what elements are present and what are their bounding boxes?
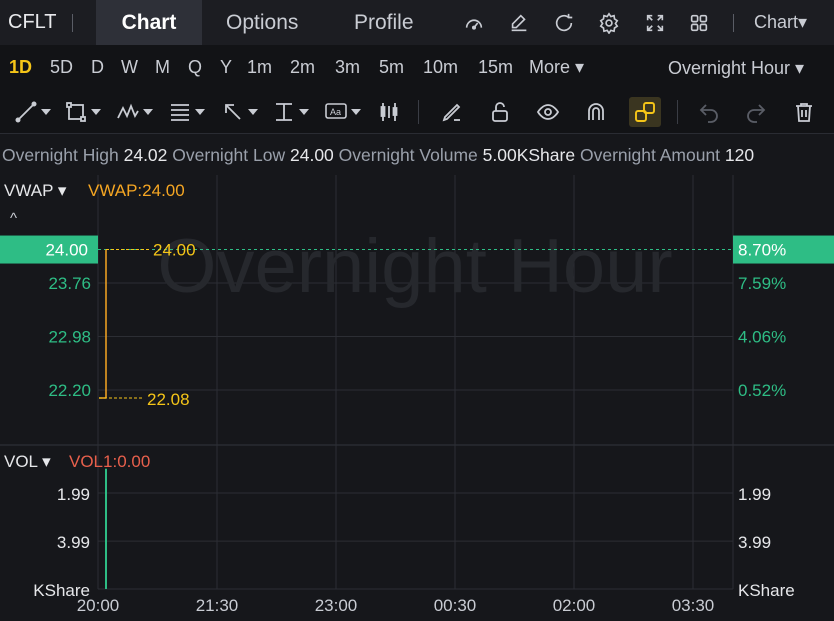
fibonacci-tool-icon[interactable] <box>168 99 205 125</box>
collapse-panel-icon[interactable]: ^ <box>10 210 17 227</box>
price-tick-label: 22.20 <box>48 381 91 400</box>
svg-text:Aa: Aa <box>330 107 341 117</box>
volume-tick-label-right: 1.99 <box>738 485 771 504</box>
measure-tool-icon[interactable] <box>272 99 309 125</box>
price-tick-label: 23.76 <box>48 274 91 293</box>
gauge-icon[interactable] <box>461 10 487 36</box>
link-toggle-icon[interactable] <box>629 97 661 127</box>
tab-profile[interactable]: Profile <box>354 0 414 45</box>
eye-icon[interactable] <box>536 99 560 125</box>
tab-chart[interactable]: Chart <box>96 0 202 45</box>
overnight-stats-line: Overnight High 24.02 Overnight Low 24.00… <box>2 145 754 166</box>
redo-icon[interactable] <box>744 99 768 125</box>
time-tick-label: 20:00 <box>77 596 120 615</box>
interval-d[interactable]: D <box>91 57 104 78</box>
volume-bar <box>105 468 107 589</box>
vwap-indicator-dropdown[interactable]: VWAP ▾ <box>4 181 66 201</box>
line-tool-icon[interactable] <box>14 99 51 125</box>
arrow-tool-icon[interactable] <box>221 99 258 125</box>
divider <box>72 14 73 32</box>
text-note-tool-icon[interactable]: Aa <box>324 99 361 125</box>
volume-tick-label-right: KShare <box>738 581 795 600</box>
low-marker-label: 22.08 <box>147 390 190 409</box>
interval-3m[interactable]: 3m <box>335 57 360 78</box>
percent-tick-label: 0.52% <box>738 381 786 400</box>
volume-series <box>105 468 107 589</box>
interval-q[interactable]: Q <box>188 57 202 78</box>
divider <box>677 100 678 124</box>
interval-w[interactable]: W <box>121 57 138 78</box>
overnight-volume-value: 5.00KShare <box>482 145 576 165</box>
ticker-symbol: CFLT <box>8 11 57 33</box>
interval-5d[interactable]: 5D <box>50 57 73 78</box>
high-marker-label: 24.00 <box>153 241 196 260</box>
overnight-volume-label: Overnight Volume <box>338 145 478 165</box>
grid-layout-icon[interactable] <box>686 10 712 36</box>
time-tick-label: 21:30 <box>196 596 239 615</box>
interval-more-dropdown[interactable]: More ▾ <box>529 57 584 78</box>
fullscreen-icon[interactable] <box>642 10 668 36</box>
time-tick-label: 03:30 <box>672 596 715 615</box>
pencil-icon[interactable] <box>440 99 464 125</box>
candlestick-tool-icon[interactable] <box>377 99 401 125</box>
top-bar: CFLT Chart Options Profile Chart▾ <box>0 0 834 45</box>
interval-2m[interactable]: 2m <box>290 57 315 78</box>
overnight-high-label: Overnight High <box>2 145 119 165</box>
refresh-icon[interactable] <box>551 10 577 36</box>
vol-indicator-value: VOL1:0.00 <box>69 452 151 471</box>
interval-m[interactable]: M <box>155 57 170 78</box>
magnet-icon[interactable] <box>584 99 608 125</box>
current-price-tag-text: 24.00 <box>45 241 88 260</box>
time-tick-label: 23:00 <box>315 596 358 615</box>
vol-indicator-dropdown[interactable]: VOL ▾ <box>4 452 51 472</box>
price-tick-label: 22.98 <box>48 328 91 347</box>
percent-tick-label: 7.59% <box>738 274 786 293</box>
trash-icon[interactable] <box>792 99 816 125</box>
session-select[interactable]: Overnight Hour ▾ <box>668 58 804 79</box>
drawing-toolbar: Aa <box>0 90 834 134</box>
chart-watermark: Overnight Hour <box>157 224 672 309</box>
interval-y[interactable]: Y <box>220 57 232 78</box>
divider <box>733 14 734 32</box>
time-tick-label: 02:00 <box>553 596 596 615</box>
interval-10m[interactable]: 10m <box>423 57 458 78</box>
edit-note-icon[interactable] <box>506 10 532 36</box>
interval-1d[interactable]: 1D <box>9 57 32 78</box>
tab-options[interactable]: Options <box>226 0 298 45</box>
vwap-indicator-value: VWAP:24.00 <box>88 181 185 200</box>
overnight-low-value: 24.00 <box>290 145 334 165</box>
overnight-amount-value: 120 <box>724 145 755 165</box>
unlock-icon[interactable] <box>488 99 512 125</box>
current-percent-tag-text: 8.70% <box>738 241 786 260</box>
overnight-high-value: 24.02 <box>123 145 168 165</box>
overnight-low-label: Overnight Low <box>172 145 286 165</box>
time-tick-label: 00:30 <box>434 596 477 615</box>
interval-15m[interactable]: 15m <box>478 57 513 78</box>
settings-gear-icon[interactable] <box>596 10 622 36</box>
interval-bar: 1D 5D D W M Q Y 1m 2m 3m 5m 10m 15m More… <box>0 45 834 90</box>
price-volume-chart[interactable]: Overnight Hour 24.00 22.08 23.76 22.98 22.2… <box>0 172 834 621</box>
chart-type-dropdown[interactable]: Chart▾ <box>754 0 807 45</box>
interval-5m[interactable]: 5m <box>379 57 404 78</box>
overnight-amount-label: Overnight Amount <box>579 145 721 165</box>
volume-tick-label-right: 3.99 <box>738 533 771 552</box>
rectangle-tool-icon[interactable] <box>64 99 101 125</box>
undo-icon[interactable] <box>697 99 721 125</box>
interval-1m[interactable]: 1m <box>247 57 272 78</box>
divider <box>418 100 419 124</box>
pattern-tool-icon[interactable] <box>116 99 153 125</box>
volume-tick-label: 3.99 <box>57 533 90 552</box>
percent-tick-label: 4.06% <box>738 328 786 347</box>
volume-tick-label: 1.99 <box>57 485 90 504</box>
